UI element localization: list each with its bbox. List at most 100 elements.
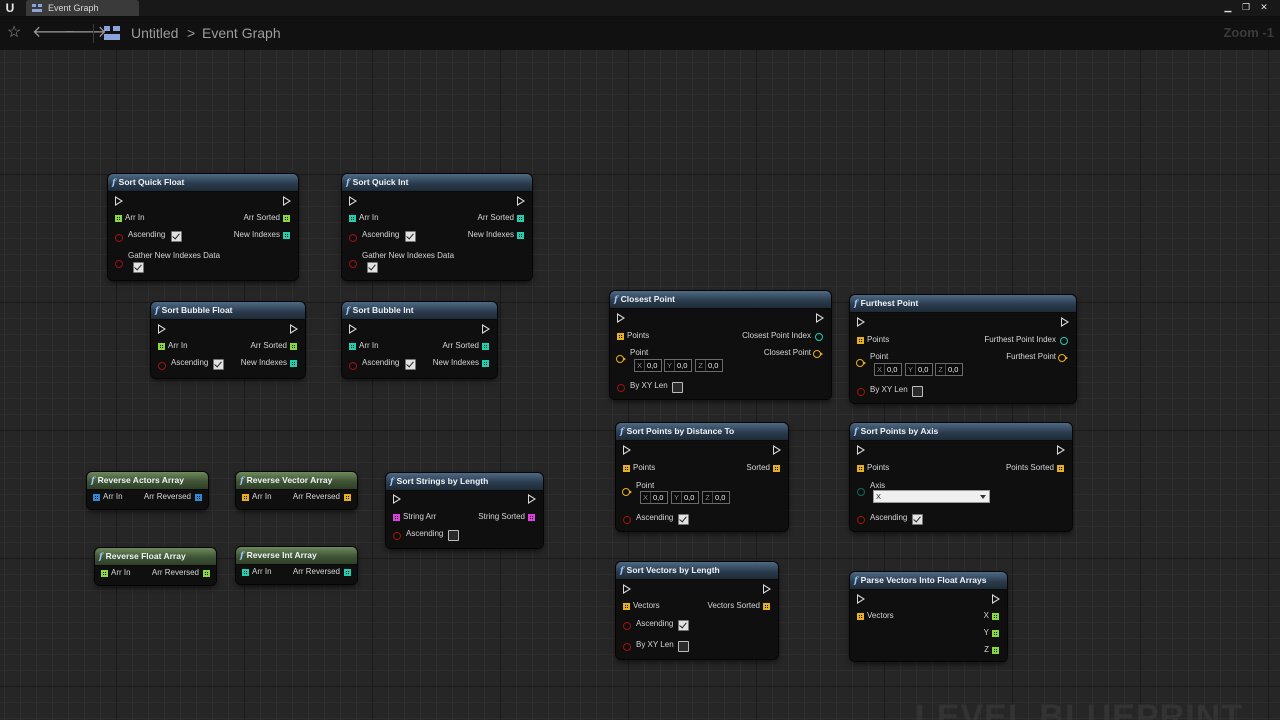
x-field[interactable]: X 0,0 [874, 363, 902, 376]
node-sort-vectors-by-length[interactable]: f Sort Vectors by Length Vectors Vectors … [616, 562, 778, 659]
ascending-checkbox[interactable] [448, 530, 459, 541]
enum-pin[interactable] [857, 488, 865, 496]
exec-out-pin[interactable] [283, 196, 291, 206]
bool-pin[interactable] [349, 362, 357, 370]
vector-array-pin[interactable] [617, 333, 624, 340]
exec-in-pin[interactable] [158, 324, 166, 334]
bool-pin[interactable] [623, 643, 631, 651]
vector-array-pin[interactable] [242, 494, 249, 501]
vector-array-pin[interactable] [1057, 465, 1064, 472]
string-array-pin[interactable] [528, 514, 535, 521]
exec-in-pin[interactable] [857, 317, 865, 327]
exec-in-pin[interactable] [349, 324, 357, 334]
graph-canvas[interactable]: LEVEL BLUEPRINT f Sort Quick Float Arr In… [0, 50, 1280, 720]
x-field[interactable]: X 0,0 [634, 359, 662, 372]
node-header[interactable]: f Reverse Actors Array [87, 472, 208, 490]
int-array-pin[interactable] [482, 343, 489, 350]
gather-checkbox[interactable] [367, 262, 378, 273]
exec-in-pin[interactable] [623, 584, 631, 594]
node-header[interactable]: f Sort Quick Float [108, 174, 298, 192]
exec-out-pin[interactable] [763, 584, 771, 594]
by-xy-len-checkbox[interactable] [678, 641, 689, 652]
back-arrow-icon[interactable]: 🡐 [32, 23, 75, 43]
int-array-pin[interactable] [517, 215, 524, 222]
node-header[interactable]: f Reverse Int Array [236, 547, 357, 565]
bool-pin[interactable] [617, 384, 625, 392]
bool-pin[interactable] [623, 516, 631, 524]
axis-dropdown[interactable]: X [873, 490, 990, 503]
node-header[interactable]: f Sort Bubble Float [151, 302, 305, 320]
maximize-icon[interactable]: ❐ [1238, 1, 1254, 13]
bool-pin[interactable] [115, 260, 123, 268]
actor-array-pin[interactable] [195, 494, 202, 501]
vector-array-pin[interactable] [623, 603, 630, 610]
node-header[interactable]: f Furthest Point [850, 295, 1076, 313]
exec-out-pin[interactable] [528, 494, 536, 504]
float-array-pin[interactable] [101, 570, 108, 577]
vector-array-pin[interactable] [763, 603, 770, 610]
bool-pin[interactable] [349, 260, 357, 268]
int-array-pin[interactable] [290, 360, 297, 367]
int-array-pin[interactable] [349, 215, 356, 222]
exec-out-pin[interactable] [1057, 445, 1065, 455]
ascending-checkbox[interactable] [912, 514, 923, 525]
int-array-pin[interactable] [517, 232, 524, 239]
ascending-checkbox[interactable] [405, 359, 416, 370]
node-furthest-point[interactable]: f Furthest Point Points Furthest Point In… [850, 295, 1076, 403]
node-sort-quick-float[interactable]: f Sort Quick Float Arr In Arr Sorted Asce… [108, 174, 298, 280]
node-sort-bubble-float[interactable]: f Sort Bubble Float Arr In Arr Sorted Asc… [151, 302, 305, 378]
bool-pin[interactable] [857, 516, 865, 524]
actor-array-pin[interactable] [93, 494, 100, 501]
exec-out-pin[interactable] [482, 324, 490, 334]
bool-pin[interactable] [349, 234, 357, 242]
node-header[interactable]: f Sort Points by Axis [850, 423, 1072, 441]
ascending-checkbox[interactable] [171, 231, 182, 242]
gather-checkbox[interactable] [133, 262, 144, 273]
exec-in-pin[interactable] [393, 494, 401, 504]
float-array-pin[interactable] [290, 343, 297, 350]
bool-pin[interactable] [857, 388, 865, 396]
exec-in-pin[interactable] [617, 313, 625, 323]
vector-array-pin[interactable] [857, 613, 864, 620]
y-field[interactable]: Y 0,0 [905, 363, 933, 376]
exec-in-pin[interactable] [857, 445, 865, 455]
node-sort-points-by-axis[interactable]: f Sort Points by Axis Points Points Sorte… [850, 423, 1072, 531]
z-field[interactable]: Z 0,0 [695, 359, 723, 372]
float-array-pin[interactable] [203, 570, 210, 577]
node-header[interactable]: f Sort Vectors by Length [616, 562, 778, 580]
ascending-checkbox[interactable] [405, 231, 416, 242]
vector-array-pin[interactable] [857, 337, 864, 344]
vector-array-pin[interactable] [623, 465, 630, 472]
exec-in-pin[interactable] [349, 196, 357, 206]
node-header[interactable]: f Sort Bubble Int [342, 302, 497, 320]
exec-out-pin[interactable] [773, 445, 781, 455]
node-header[interactable]: f Sort Strings by Length [386, 473, 543, 491]
node-header[interactable]: f Parse Vectors Into Float Arrays [850, 572, 1007, 590]
vector-pin[interactable] [1058, 354, 1068, 362]
node-reverse-actors-array[interactable]: f Reverse Actors Array Arr In Arr Reverse… [87, 472, 208, 509]
float-array-pin[interactable] [283, 215, 290, 222]
int-array-pin[interactable] [283, 232, 290, 239]
node-sort-strings-by-length[interactable]: f Sort Strings by Length String Arr Strin… [386, 473, 543, 548]
bool-pin[interactable] [623, 622, 631, 630]
float-array-pin[interactable] [992, 647, 999, 654]
bool-pin[interactable] [393, 532, 401, 540]
forward-arrow-icon[interactable]: 🡒 [64, 23, 107, 43]
float-array-pin[interactable] [992, 630, 999, 637]
tab-event-graph[interactable]: Event Graph [26, 0, 139, 16]
y-field[interactable]: Y 0,0 [671, 491, 699, 504]
exec-out-pin[interactable] [1061, 317, 1069, 327]
ascending-checkbox[interactable] [678, 514, 689, 525]
float-array-pin[interactable] [115, 215, 122, 222]
node-reverse-float-array[interactable]: f Reverse Float Array Arr In Arr Reversed [95, 548, 216, 585]
vector-pin[interactable] [813, 350, 823, 358]
exec-out-pin[interactable] [517, 196, 525, 206]
vector-pin[interactable] [616, 355, 626, 363]
minimize-icon[interactable]: ▁ [1220, 1, 1236, 13]
by-xy-len-checkbox[interactable] [672, 382, 683, 393]
node-header[interactable]: f Sort Quick Int [342, 174, 532, 192]
node-header[interactable]: f Sort Points by Distance To [616, 423, 788, 441]
node-parse-vectors-into-float-arrays[interactable]: f Parse Vectors Into Float Arrays Vectors… [850, 572, 1007, 661]
string-array-pin[interactable] [393, 514, 400, 521]
int-array-pin[interactable] [344, 569, 351, 576]
